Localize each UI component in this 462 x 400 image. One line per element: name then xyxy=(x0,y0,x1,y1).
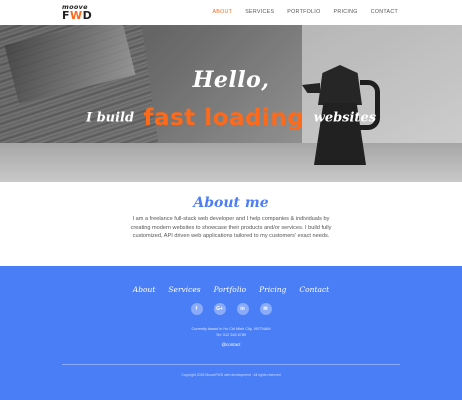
social-links: f G+ in ✉ xyxy=(0,303,462,315)
nav-item-services[interactable]: SERVICES xyxy=(245,9,274,15)
navbar: moove FWD ABOUT SERVICES PORTFOLIO PRICI… xyxy=(0,0,462,25)
footer-contact-link[interactable]: @contact xyxy=(0,342,462,347)
hero-overlay xyxy=(0,25,462,182)
hero-greeting: Hello, xyxy=(192,67,270,93)
hero-banner: Hello, I build fast loading websites xyxy=(0,25,462,182)
main-menu: ABOUT SERVICES PORTFOLIO PRICING CONTACT xyxy=(199,9,398,15)
footer-link-pricing[interactable]: Pricing xyxy=(259,285,286,294)
google-plus-icon[interactable]: G+ xyxy=(213,303,226,315)
facebook-icon[interactable]: f xyxy=(190,303,203,315)
hero-tagline: I build fast loading websites xyxy=(0,105,462,131)
about-text: I am a freelance full-stack web develope… xyxy=(130,216,332,239)
hero-tagline-suffix: websites xyxy=(313,110,377,126)
nav-item-contact[interactable]: CONTACT xyxy=(371,9,398,15)
hero-tagline-prefix: I build xyxy=(85,110,135,126)
nav-item-pricing[interactable]: PRICING xyxy=(334,9,358,15)
address-line-2: Tel: 012 345 6789 xyxy=(215,333,247,337)
logo[interactable]: moove FWD xyxy=(62,3,100,22)
footer-address: Currently based in Ho Chi Minh City, VIE… xyxy=(0,326,462,338)
footer-link-contact[interactable]: Contact xyxy=(299,285,329,294)
nav-item-about[interactable]: ABOUT xyxy=(212,9,232,15)
about-title: About me xyxy=(193,195,269,211)
footer-link-services[interactable]: Services xyxy=(168,285,200,294)
footer-copyright: Copyright 2018 MooveFWD web development … xyxy=(181,373,281,377)
linkedin-icon[interactable]: in xyxy=(236,303,249,315)
hero-tagline-highlight: fast loading xyxy=(143,105,305,131)
logo-bottom-text: FWD xyxy=(62,9,93,22)
nav-item-portfolio[interactable]: PORTFOLIO xyxy=(287,9,320,15)
email-icon[interactable]: ✉ xyxy=(259,303,272,315)
footer-nav: About Services Portfolio Pricing Contact xyxy=(0,285,462,294)
footer-divider xyxy=(62,364,400,365)
footer-link-portfolio[interactable]: Portfolio xyxy=(214,285,246,294)
footer-link-about[interactable]: About xyxy=(133,285,156,294)
